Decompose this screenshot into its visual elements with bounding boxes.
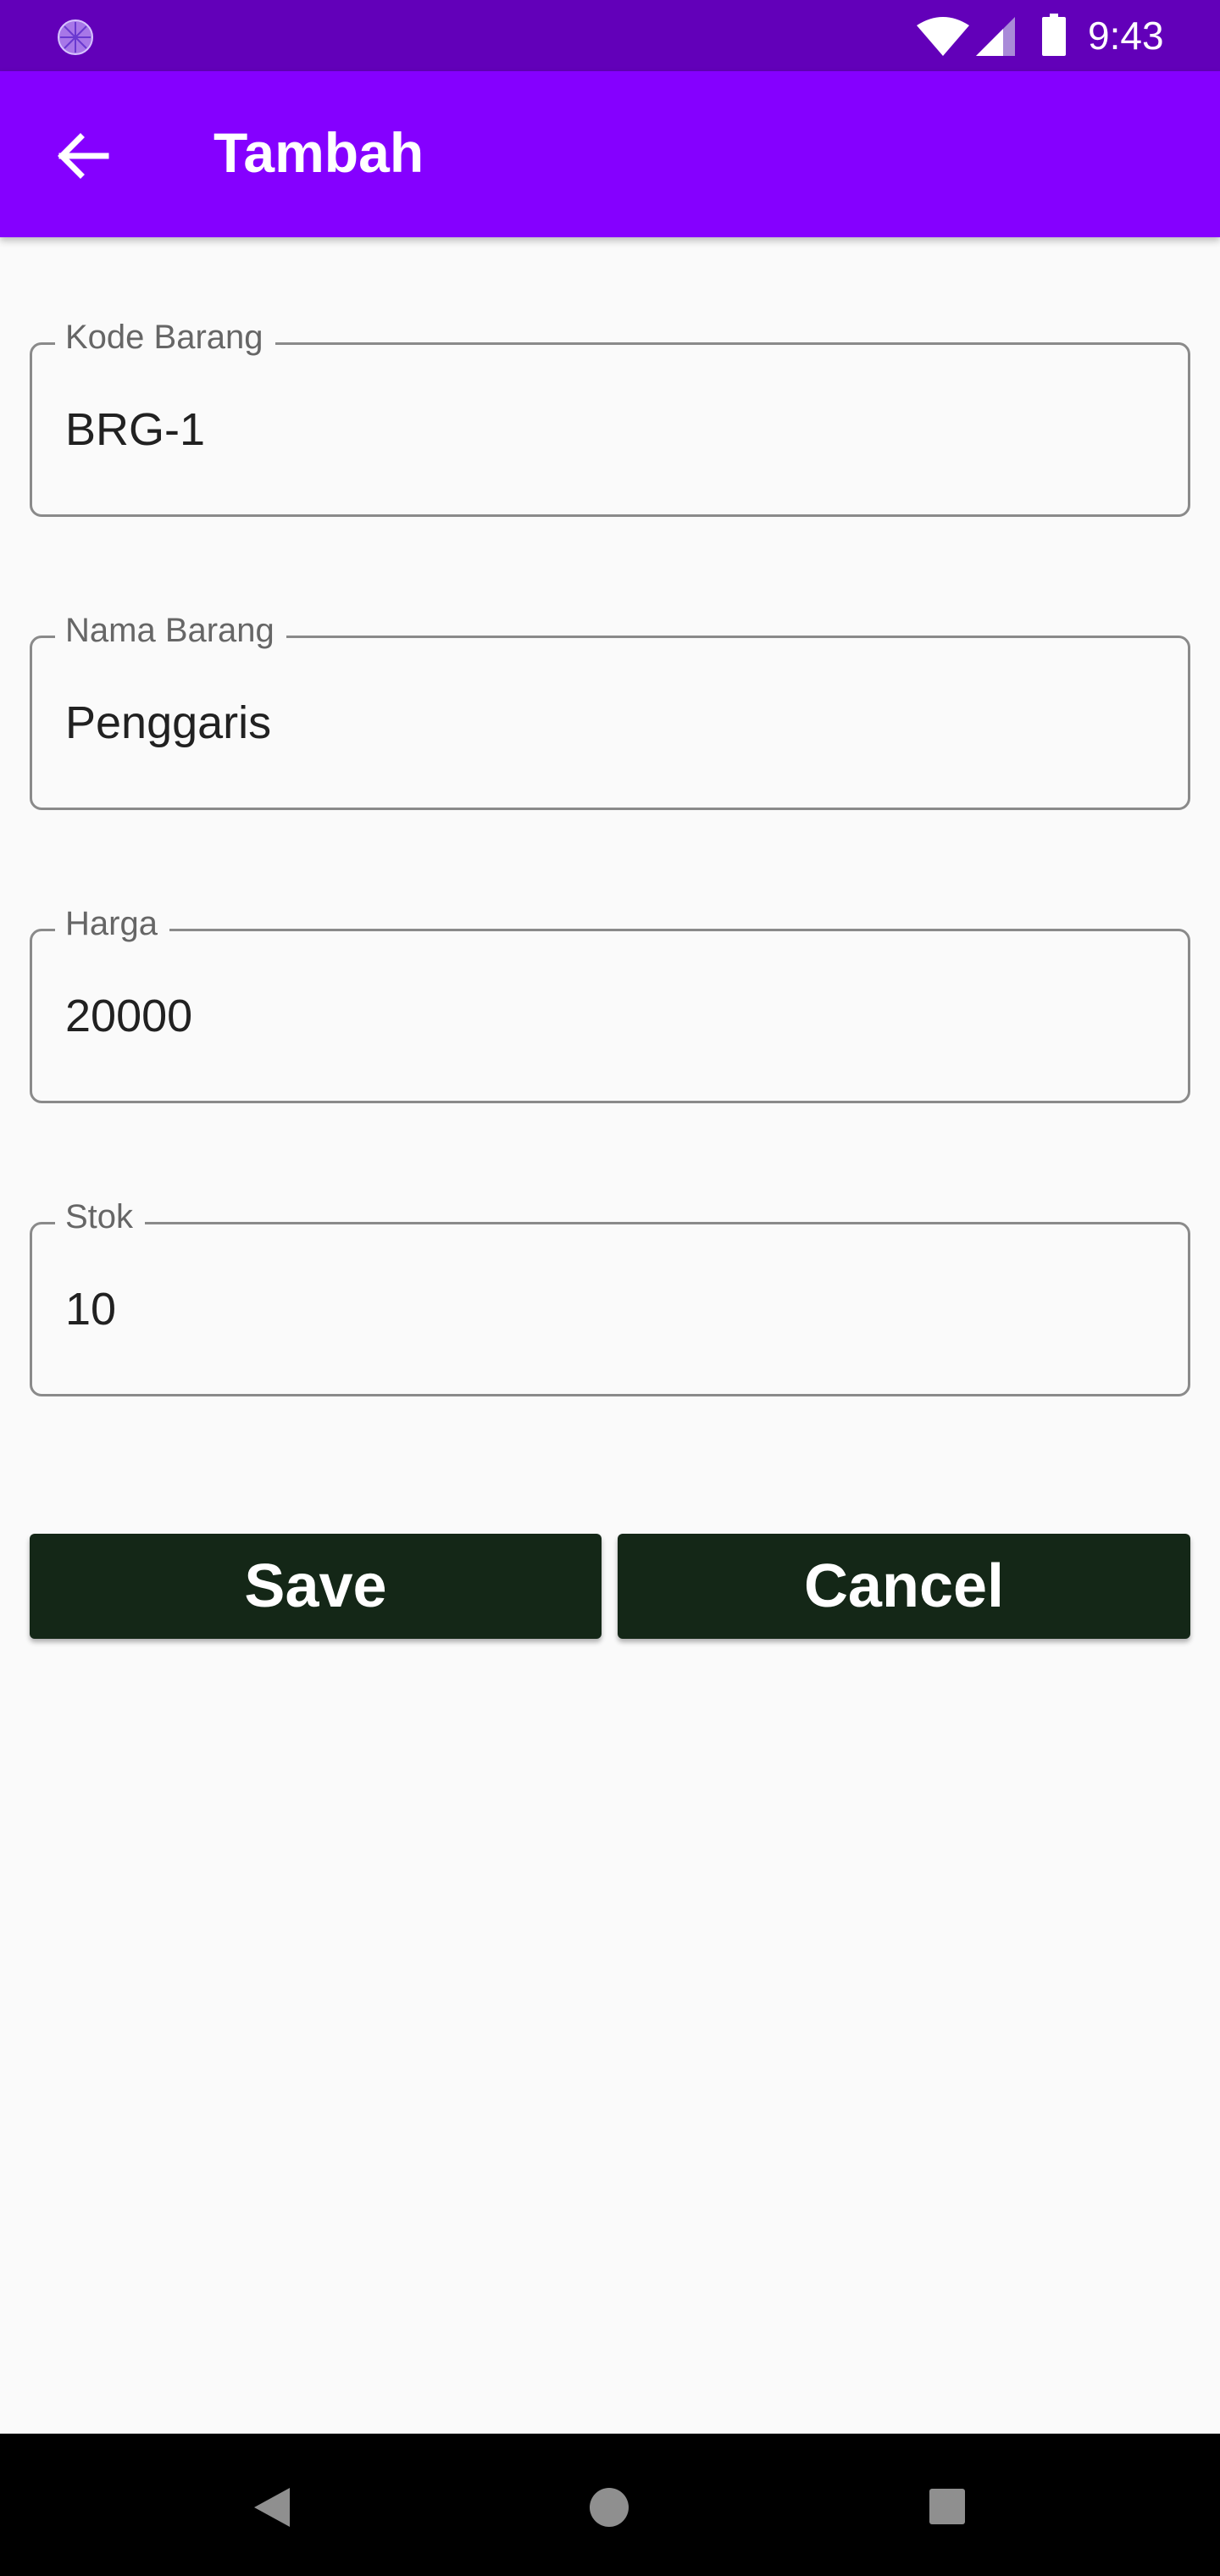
wifi-icon (917, 17, 969, 56)
nama-barang-label: Nama Barang (55, 607, 286, 654)
home-circle-icon[interactable] (588, 2486, 630, 2529)
nama-barang-input[interactable] (65, 682, 1150, 763)
stok-label: Stok (55, 1193, 146, 1241)
signal-icon (976, 17, 1015, 56)
kode-barang-label: Kode Barang (55, 314, 275, 361)
back-triangle-icon[interactable] (252, 2486, 291, 2529)
kode-barang-field: Kode Barang (30, 314, 1190, 517)
battery-icon (1042, 14, 1066, 56)
page-title: Tambah (214, 121, 424, 184)
harga-input[interactable] (65, 975, 1150, 1057)
system-navigation-bar (0, 2434, 1220, 2576)
cancel-button[interactable]: Cancel (618, 1534, 1190, 1639)
status-time: 9:43 (1088, 14, 1164, 58)
save-button[interactable]: Save (30, 1534, 602, 1639)
arrow-back-icon (58, 133, 109, 179)
harga-label: Harga (55, 900, 169, 947)
kode-barang-input[interactable] (65, 389, 1150, 470)
harga-field: Harga (30, 900, 1190, 1103)
recents-square-icon[interactable] (929, 2488, 966, 2525)
status-bar: 9:43 (0, 0, 1220, 71)
app-bar: Tambah (0, 71, 1220, 237)
stok-field: Stok (30, 1193, 1190, 1396)
app-notification-icon (58, 19, 93, 55)
stok-input[interactable] (65, 1269, 1150, 1350)
nama-barang-field: Nama Barang (30, 607, 1190, 810)
back-button[interactable] (36, 114, 129, 198)
